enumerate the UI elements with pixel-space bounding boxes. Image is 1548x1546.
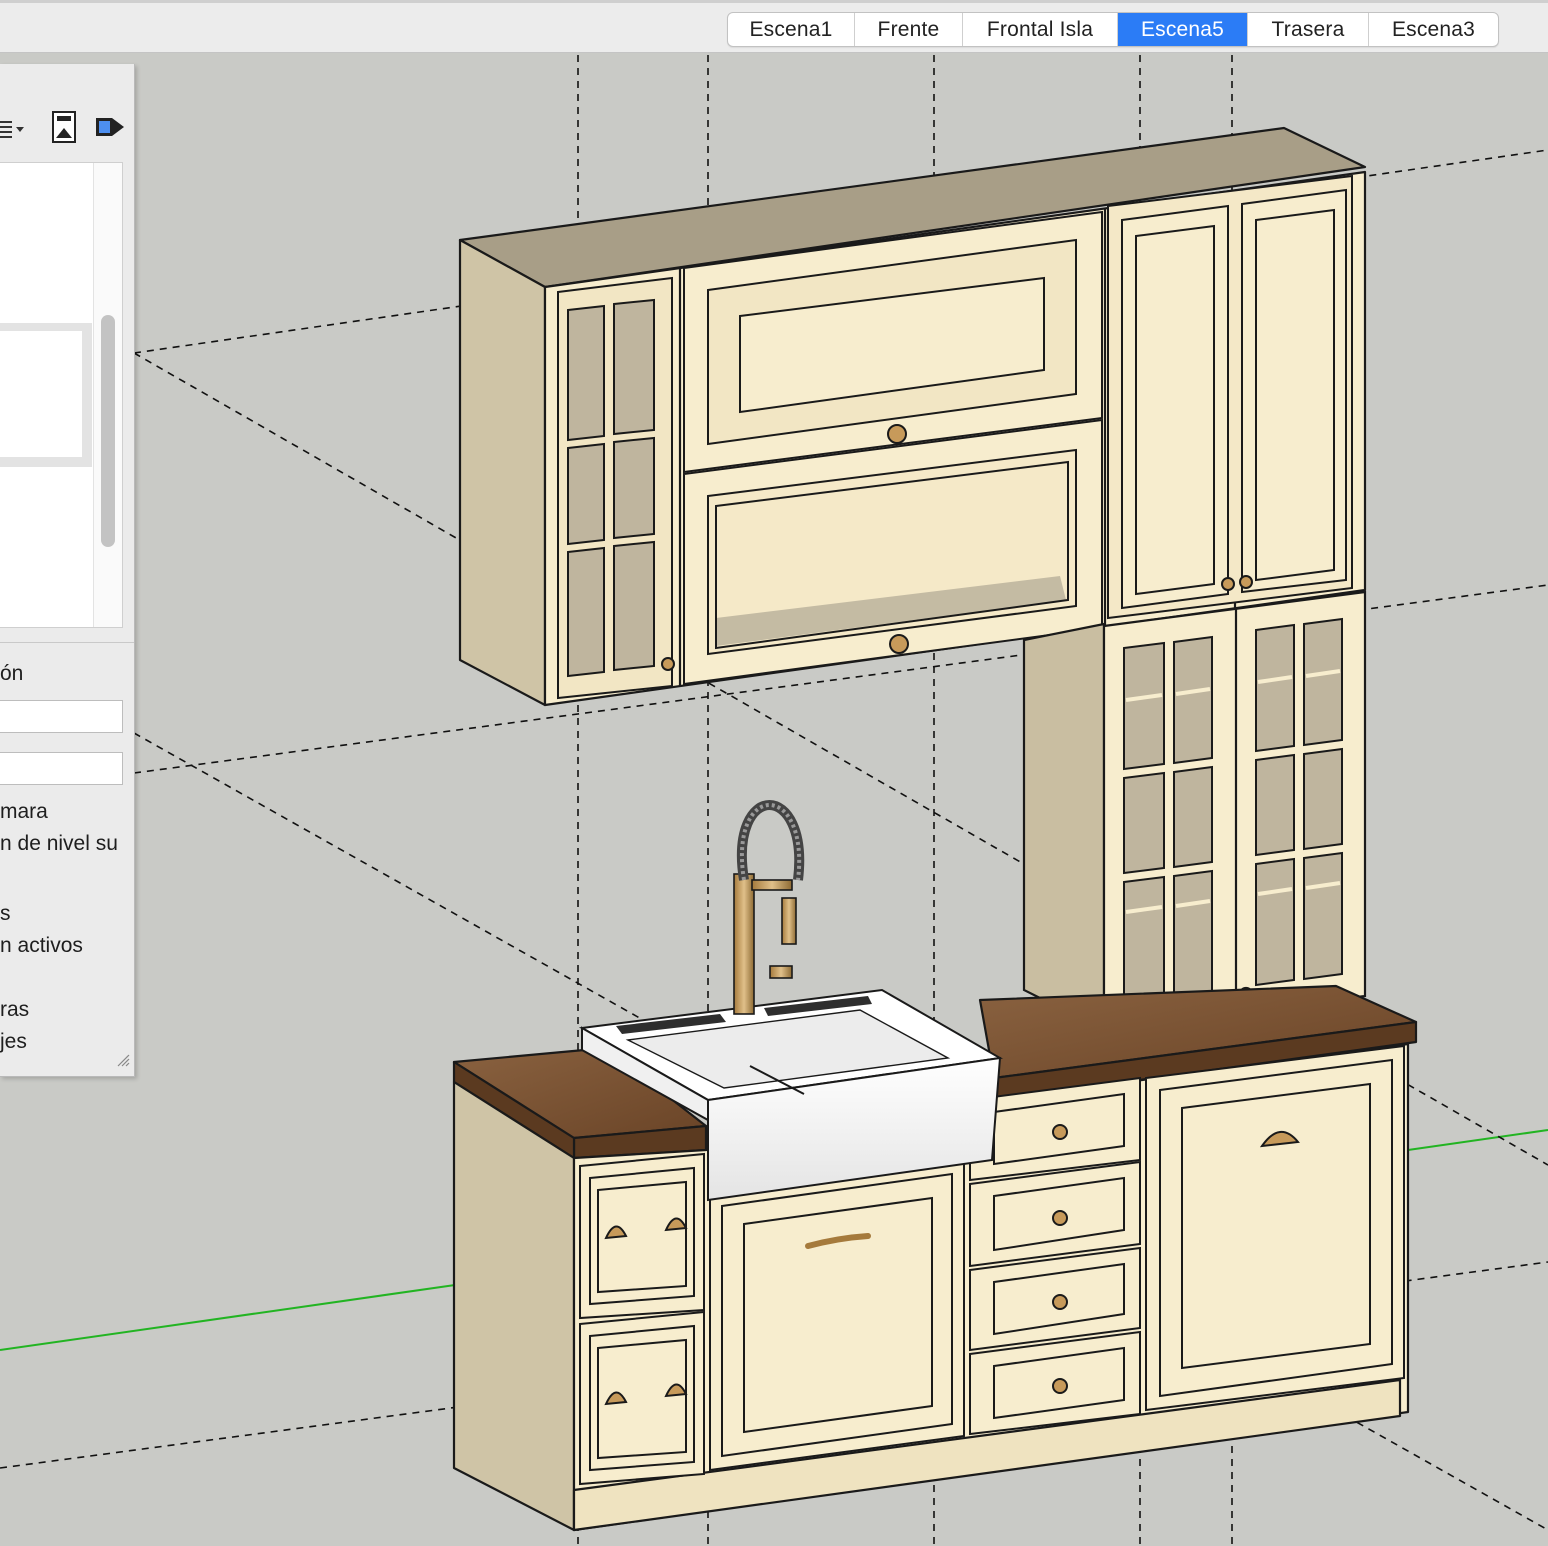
scene-tabs: Escena1 Frente Frontal Isla Escena5 Tras… — [727, 12, 1499, 47]
panel-divider — [0, 642, 134, 643]
resize-grip-icon[interactable] — [116, 1053, 130, 1072]
knob — [1052, 1378, 1068, 1394]
knob — [1052, 1124, 1068, 1140]
selected-scene-item[interactable] — [0, 323, 92, 467]
option-shadows[interactable]: ras — [0, 998, 29, 1022]
section-label: ón — [0, 662, 24, 685]
glass-cabinet-right[interactable] — [1022, 590, 1367, 1032]
scene-thumbnail — [0, 331, 82, 457]
knob — [1052, 1294, 1068, 1310]
knob — [1221, 577, 1235, 591]
option-axes[interactable]: jes — [0, 1030, 27, 1054]
knob — [887, 424, 907, 444]
knob — [889, 634, 909, 654]
tab-trasera[interactable]: Trasera — [1248, 13, 1369, 46]
knob — [661, 657, 675, 671]
3d-viewport[interactable] — [0, 52, 1548, 1546]
knob — [1239, 575, 1253, 589]
option-level[interactable]: n de nivel su — [0, 832, 118, 856]
option-styles[interactable]: s — [0, 902, 11, 926]
tab-frontal-isla[interactable]: Frontal Isla — [963, 13, 1118, 46]
scene-tab-bar: Escena1 Frente Frontal Isla Escena5 Tras… — [0, 0, 1548, 53]
right-base-door[interactable] — [1145, 1044, 1405, 1412]
glass-door-upper-left[interactable] — [557, 276, 675, 700]
scene-list[interactable] — [0, 162, 123, 628]
faucet[interactable] — [733, 800, 805, 1015]
upper-right-doors[interactable] — [1107, 174, 1353, 620]
knob — [1052, 1210, 1068, 1226]
center-drawers[interactable] — [969, 1076, 1141, 1436]
list-view-dropdown-icon[interactable] — [0, 116, 30, 151]
green-axis-line-right — [1407, 1129, 1548, 1151]
green-axis-line — [0, 1284, 456, 1351]
scrollbar-thumb[interactable] — [101, 315, 115, 547]
option-camera[interactable]: mara — [0, 800, 48, 824]
scenes-panel: ón mara n de nivel su s n activos ras je… — [0, 64, 135, 1077]
sink-base-door[interactable] — [709, 1158, 965, 1472]
tab-escena1[interactable]: Escena1 — [728, 13, 855, 46]
name-field[interactable] — [0, 700, 123, 733]
tab-frente[interactable]: Frente — [855, 13, 963, 46]
option-active[interactable]: n activos — [0, 934, 83, 958]
tab-escena3[interactable]: Escena3 — [1369, 13, 1498, 46]
tab-escena5[interactable]: Escena5 — [1118, 13, 1248, 46]
description-field[interactable] — [0, 752, 123, 785]
window-edge — [0, 0, 1548, 3]
scene-update-icon[interactable] — [50, 110, 78, 149]
export-arrow-icon[interactable] — [94, 110, 126, 149]
